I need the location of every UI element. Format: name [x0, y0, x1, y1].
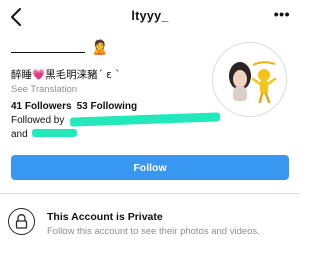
private-account-subtitle: Follow this account to see their photos … — [47, 226, 260, 237]
lock-icon-container — [8, 208, 35, 235]
followers-count[interactable]: 41 Followers — [11, 101, 72, 112]
display-name-emoji: 🙎 — [91, 39, 109, 55]
top-nav: ltyyy_ ••• — [0, 0, 300, 34]
bio-prefix: 醉睡 — [11, 69, 32, 81]
profile-bio: 醉睡💗黑毛明涞豬ˊ ε ˋ — [11, 67, 120, 82]
bio-text: 黑毛明涞豬ˊ ε ˋ — [45, 69, 121, 81]
display-name: 🙎 — [11, 37, 191, 59]
avatar-image — [213, 43, 286, 116]
redaction-mark — [32, 129, 77, 137]
lock-icon — [15, 214, 28, 229]
display-name-underline — [11, 52, 85, 54]
see-translation-link[interactable]: See Translation — [11, 84, 77, 95]
profile-stats: 41 Followers 53 Following — [11, 101, 142, 112]
private-account-title: This Account is Private — [47, 211, 163, 223]
followed-by-line[interactable]: Followed by — [11, 115, 64, 126]
more-options-icon[interactable]: ••• — [274, 6, 290, 22]
followed-by-label: Followed by — [11, 115, 65, 126]
followed-by-line-2[interactable]: and — [11, 129, 28, 140]
follow-button[interactable]: Follow — [11, 155, 289, 180]
redaction-mark — [69, 112, 221, 127]
section-divider — [0, 193, 300, 194]
profile-username: ltyyy_ — [131, 9, 169, 23]
profile-avatar[interactable] — [212, 42, 287, 117]
and-label: and — [11, 129, 28, 140]
following-count[interactable]: 53 Following — [77, 101, 138, 112]
bio-heart-emoji: 💗 — [32, 69, 46, 81]
